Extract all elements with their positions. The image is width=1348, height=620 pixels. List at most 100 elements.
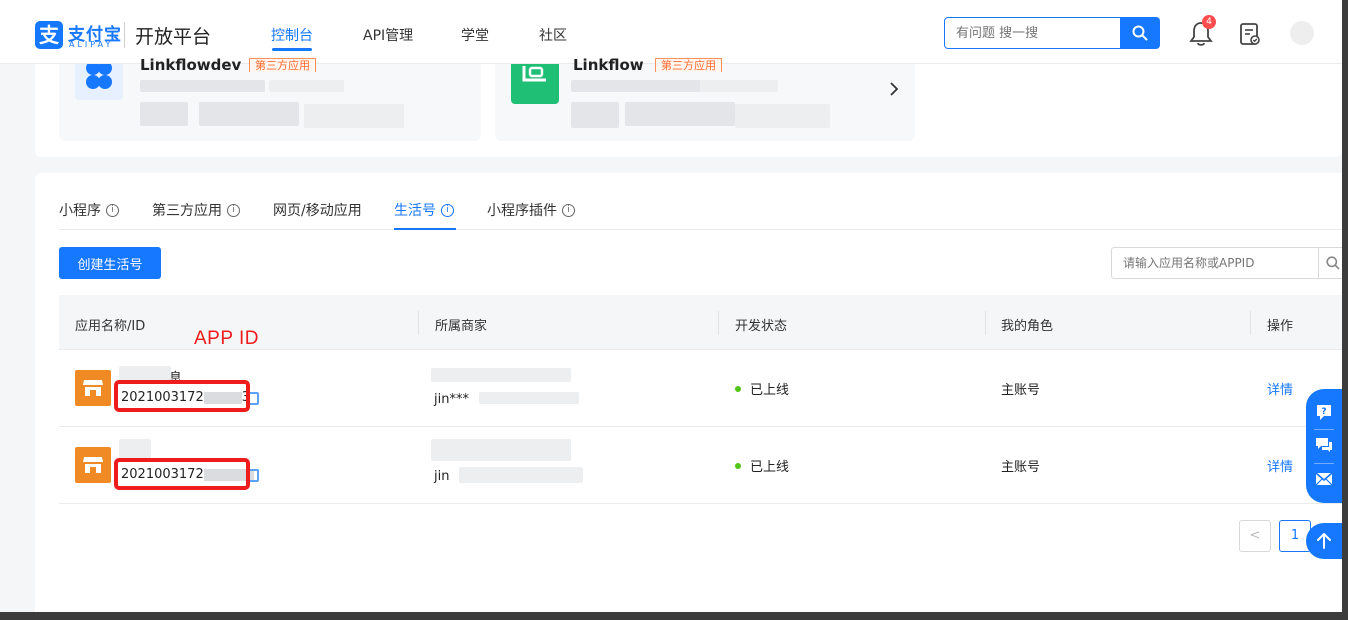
tab-label: 生活号 [394,203,436,219]
feedback-mail-icon[interactable] [1315,470,1333,488]
dev-status: 已上线 [735,456,789,475]
pagination-prev-button[interactable]: < [1239,520,1271,552]
column-my-role: 我的角色 [1001,319,1054,334]
search-icon [1132,25,1148,41]
redacted-text [735,104,830,128]
app-filter-input[interactable] [1111,247,1319,279]
nav-academy[interactable]: 学堂 [461,25,489,45]
redacted-text [140,102,188,126]
redacted-text [269,80,344,92]
redacted-text [140,80,265,92]
redacted-merchant [459,467,583,483]
column-divider [1250,311,1251,335]
redacted-merchant [431,439,571,461]
app-logo-linkflow [511,64,559,104]
tab-label: 小程序插件 [487,203,557,219]
storefront-icon [83,457,103,473]
arrow-up-icon [1317,533,1331,549]
recent-app-card[interactable]: Linkflowdev 第三方应用 [59,56,481,141]
tabs-divider [59,229,1342,230]
column-app-name-id: 应用名称/ID [75,319,146,334]
column-merchant: 所属商家 [435,319,488,334]
alipay-logo-icon[interactable]: 支 [35,21,63,49]
column-divider [718,311,719,335]
redacted-text [199,102,299,126]
column-dev-status: 开发状态 [735,319,788,334]
merchant-text: jin [434,469,450,484]
tab-active-indicator [394,228,456,230]
info-icon[interactable]: i [441,203,454,217]
alipay-logo-subtext: ALIPAY [69,40,114,49]
tab-label: 小程序 [59,203,101,219]
redacted-merchant [479,392,579,404]
tab-life-account[interactable]: 生活号 i [394,200,454,220]
redacted-text [571,80,701,92]
column-actions: 操作 [1267,319,1294,334]
app-icon [75,370,111,406]
header-search-input[interactable] [944,17,1122,49]
redacted-text [625,102,735,126]
status-label: 已上线 [750,383,790,398]
float-divider [1314,429,1334,430]
filter-search-button[interactable] [1318,247,1342,279]
column-divider [985,311,986,335]
tab-label: 第三方应用 [152,203,222,219]
tab-third-party-app[interactable]: 第三方应用 i [152,200,240,220]
redacted-text [571,102,619,128]
nav-console[interactable]: 控制台 [271,25,313,45]
header-search-button[interactable] [1120,17,1160,49]
third-party-tag: 第三方应用 [655,58,722,72]
svg-text:?: ? [1321,407,1326,417]
app-logo-linkflowdev [75,64,123,100]
create-life-account-button[interactable]: 创建生活号 [59,247,161,279]
dev-status: 已上线 [735,379,789,398]
annotation-highlight-box [114,458,250,490]
annotation-highlight-box [114,380,250,412]
tab-mini-program-plugin[interactable]: 小程序插件 i [487,200,575,220]
nav-community[interactable]: 社区 [539,25,567,45]
info-icon[interactable]: i [227,203,240,217]
redacted-app-name [119,366,171,380]
tab-mini-program[interactable]: 小程序 i [59,200,119,220]
nav-active-indicator [272,48,312,51]
column-divider [418,311,419,335]
table-row: 息 2021003172 3 jin*** 已上线 主账号 详情 [59,350,1342,427]
recent-app-name: Linkflowdev [140,56,242,74]
nav-api-management[interactable]: API管理 [363,25,413,45]
redacted-app-name [119,439,151,459]
info-icon[interactable]: i [106,203,119,217]
table-row: 2021003172 jin 已上线 主账号 详情 [59,427,1342,504]
app-id-annotation: APP ID [194,328,259,349]
redacted-text [700,80,778,92]
my-role: 主账号 [1001,460,1041,475]
chevron-right-icon[interactable] [888,81,900,97]
help-question-icon[interactable]: ? [1315,403,1333,421]
tab-web-mobile-app[interactable]: 网页/移动应用 [273,200,362,220]
app-icon [75,447,111,483]
platform-title: 开放平台 [135,26,212,48]
float-divider [1314,463,1334,464]
detail-link[interactable]: 详情 [1267,379,1293,398]
merchant-text: jin*** [434,392,469,407]
redacted-merchant [431,368,571,382]
storefront-icon [83,380,103,396]
task-list-icon[interactable] [1238,21,1262,47]
top-header: 支 支付宝 ALIPAY 开放平台 控制台 API管理 学堂 社区 4 [0,0,1342,64]
floating-help-bar: ? [1306,389,1342,503]
chat-bubbles-icon[interactable] [1315,436,1333,454]
logo-divider [124,22,125,48]
info-icon[interactable]: i [562,203,575,217]
user-avatar[interactable] [1290,21,1314,45]
back-to-top-button[interactable] [1306,523,1342,559]
online-dot [735,462,741,469]
detail-link[interactable]: 详情 [1267,456,1293,475]
recent-app-name: Linkflow [573,56,644,74]
search-icon [1326,256,1340,270]
recent-apps-card: Linkflowdev 第三方应用 Linkflow 第三方应用 [35,56,1342,157]
third-party-tag: 第三方应用 [249,58,316,72]
notification-badge: 4 [1202,15,1216,29]
status-label: 已上线 [750,460,790,475]
my-role: 主账号 [1001,383,1041,398]
link-icon [522,66,546,82]
recent-app-card[interactable]: Linkflow 第三方应用 [495,56,915,141]
